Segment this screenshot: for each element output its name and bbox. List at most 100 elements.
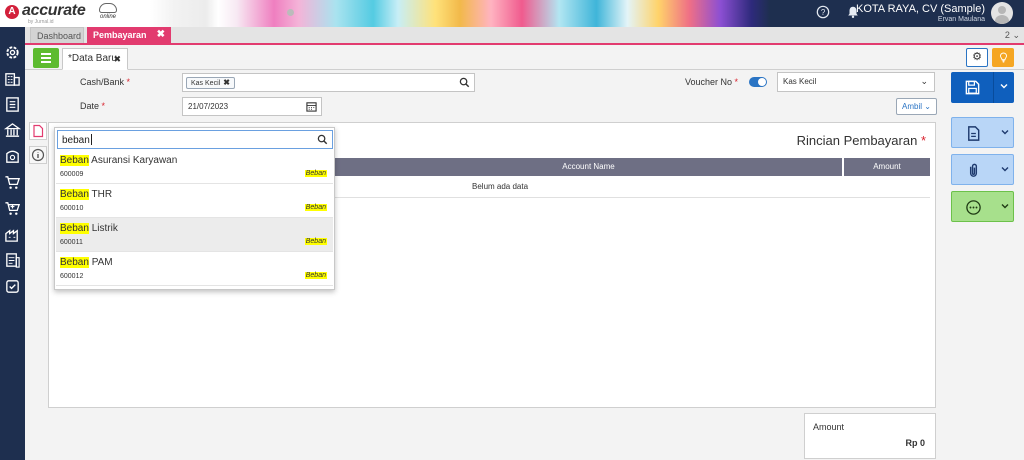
date-field[interactable]: 21/07/2023 [182, 97, 322, 116]
left-sidebar [0, 27, 25, 460]
amount-summary: Amount Rp 0 [804, 413, 936, 459]
document-icon [33, 124, 44, 138]
remove-chip-icon[interactable]: ✖ [223, 78, 230, 87]
tab-data-baru[interactable]: *Data Baru ✖ [62, 48, 128, 70]
inventory-icon[interactable] [4, 226, 21, 243]
close-icon[interactable]: ✖ [113, 49, 121, 69]
chevron-down-icon: ⌄ [920, 76, 928, 86]
account-dropdown: beban Beban Asuransi Karyawan 600009 Beb… [54, 127, 335, 290]
task-icon[interactable] [4, 278, 21, 295]
account-option-name: Beban Asuransi Karyawan [60, 155, 177, 166]
logo[interactable]: A accurate online by Jurnal.id [0, 0, 150, 27]
account-option-name-rest: Listrik [88, 223, 118, 234]
match-highlight: Beban [60, 155, 89, 166]
tab-dashboard[interactable]: Dashboard [30, 27, 84, 43]
avatar[interactable] [991, 2, 1013, 24]
chevron-down-icon[interactable] [998, 80, 1010, 92]
voucher-label: Voucher No * [685, 77, 738, 87]
module-tab-bar: Dashboard Pembayaran ✖ 2 ⌄ [25, 27, 1024, 45]
account-option-name: Beban PAM [60, 257, 113, 268]
logo-tagline: by Jurnal.id [28, 19, 54, 25]
company-icon[interactable] [4, 70, 21, 87]
cart-icon[interactable] [4, 174, 21, 191]
close-icon[interactable]: ✖ [157, 27, 165, 43]
cash-bank-label-text: Cash/Bank [80, 77, 125, 87]
voucher-select[interactable]: Kas Kecil ⌄ [777, 72, 935, 92]
required-mark: * [734, 77, 739, 87]
user-name: Ervan Maulana [937, 16, 985, 23]
account-option-name-rest: Asuransi Karyawan [88, 155, 178, 166]
chevron-down-icon[interactable] [999, 126, 1011, 138]
document-actions-button[interactable] [951, 117, 1014, 148]
account-option-code: 600010 [60, 205, 84, 212]
required-mark: * [920, 133, 926, 148]
ambil-label: Ambil [902, 102, 923, 111]
cash-bank-chip-label: Kas Kecil [191, 80, 221, 87]
panel-title-text: Rincian Pembayaran [796, 133, 918, 148]
account-option[interactable]: Beban Listrik 600011 Beban [56, 218, 333, 252]
company-name[interactable]: KOTA RAYA, CV (Sample) [856, 3, 985, 15]
date-label-text: Date [80, 101, 100, 111]
ledger-icon[interactable] [4, 96, 21, 113]
more-actions-button[interactable] [951, 191, 1014, 222]
gear-icon[interactable]: ⚙ [966, 48, 988, 67]
tab-data-baru-label: *Data Baru [68, 53, 117, 64]
info-tab[interactable] [29, 146, 47, 164]
match-highlight: Beban [60, 189, 89, 200]
amount-value: Rp 0 [905, 438, 925, 448]
tab-count: 2 [1004, 30, 1010, 40]
settings-icon[interactable] [4, 44, 21, 61]
chevron-down-icon[interactable] [999, 200, 1011, 212]
date-label: Date * [80, 101, 105, 111]
account-type-badge: Beban [304, 238, 327, 245]
column-account-name[interactable]: Account Name [335, 158, 843, 176]
account-option-name-rest: THR [88, 189, 113, 200]
lightbulb-icon[interactable] [992, 48, 1014, 67]
account-option-name: Beban Listrik [60, 223, 118, 234]
empty-row: Belum ada data [335, 176, 930, 198]
account-option[interactable]: Beban Asuransi Karyawan 600009 Beban [56, 150, 333, 184]
voucher-label-text: Voucher No [685, 77, 733, 87]
attachment-button[interactable] [951, 154, 1014, 185]
wallet-icon[interactable] [4, 148, 21, 165]
logo-text: accurate [22, 2, 86, 19]
purchase-cart-icon[interactable] [4, 200, 21, 217]
chevron-down-icon: ⌄ [1012, 30, 1020, 40]
tab-pembayaran[interactable]: Pembayaran ✖ [87, 27, 171, 43]
account-option[interactable]: Beban PAM 600012 Beban [56, 252, 333, 286]
panel-title: Rincian Pembayaran * [797, 133, 926, 148]
bank-icon[interactable] [3, 122, 22, 139]
list-view-button[interactable] [33, 48, 59, 68]
account-option-name-rest: PAM [88, 257, 113, 268]
detail-tab[interactable] [29, 122, 47, 140]
tab-pembayaran-label: Pembayaran [93, 30, 147, 40]
cloud-icon [99, 3, 117, 13]
account-search-input[interactable]: beban [57, 130, 333, 149]
voucher-toggle[interactable] [749, 77, 767, 87]
cash-bank-chip[interactable]: Kas Kecil ✖ [186, 77, 235, 89]
search-icon[interactable] [317, 134, 328, 145]
banner-dot [287, 9, 294, 16]
help-icon[interactable]: ? [815, 5, 831, 21]
report-icon[interactable] [4, 252, 21, 269]
required-mark: * [101, 101, 106, 111]
ambil-button[interactable]: Ambil ⌄ [896, 98, 937, 115]
column-amount[interactable]: Amount [843, 158, 930, 176]
save-button[interactable] [951, 72, 1014, 103]
account-option[interactable]: Beban THR 600010 Beban [56, 184, 333, 218]
chevron-down-icon: ⌄ [924, 102, 931, 111]
tab-count-dropdown[interactable]: 2 ⌄ [1005, 27, 1020, 43]
header-banner [150, 0, 770, 27]
document-tab-bar: *Data Baru ✖ ⚙ [25, 45, 1024, 70]
info-icon [31, 148, 45, 162]
cash-bank-label: Cash/Bank * [80, 77, 130, 87]
account-option-code: 600009 [60, 171, 84, 178]
document-icon [968, 126, 980, 141]
search-icon[interactable] [459, 77, 470, 88]
cash-bank-field[interactable]: Kas Kecil ✖ [182, 73, 475, 92]
chevron-down-icon[interactable] [999, 163, 1011, 175]
account-search-value: beban [62, 135, 90, 146]
required-mark: * [126, 77, 131, 87]
save-icon [965, 80, 980, 95]
calendar-icon[interactable] [306, 101, 317, 112]
